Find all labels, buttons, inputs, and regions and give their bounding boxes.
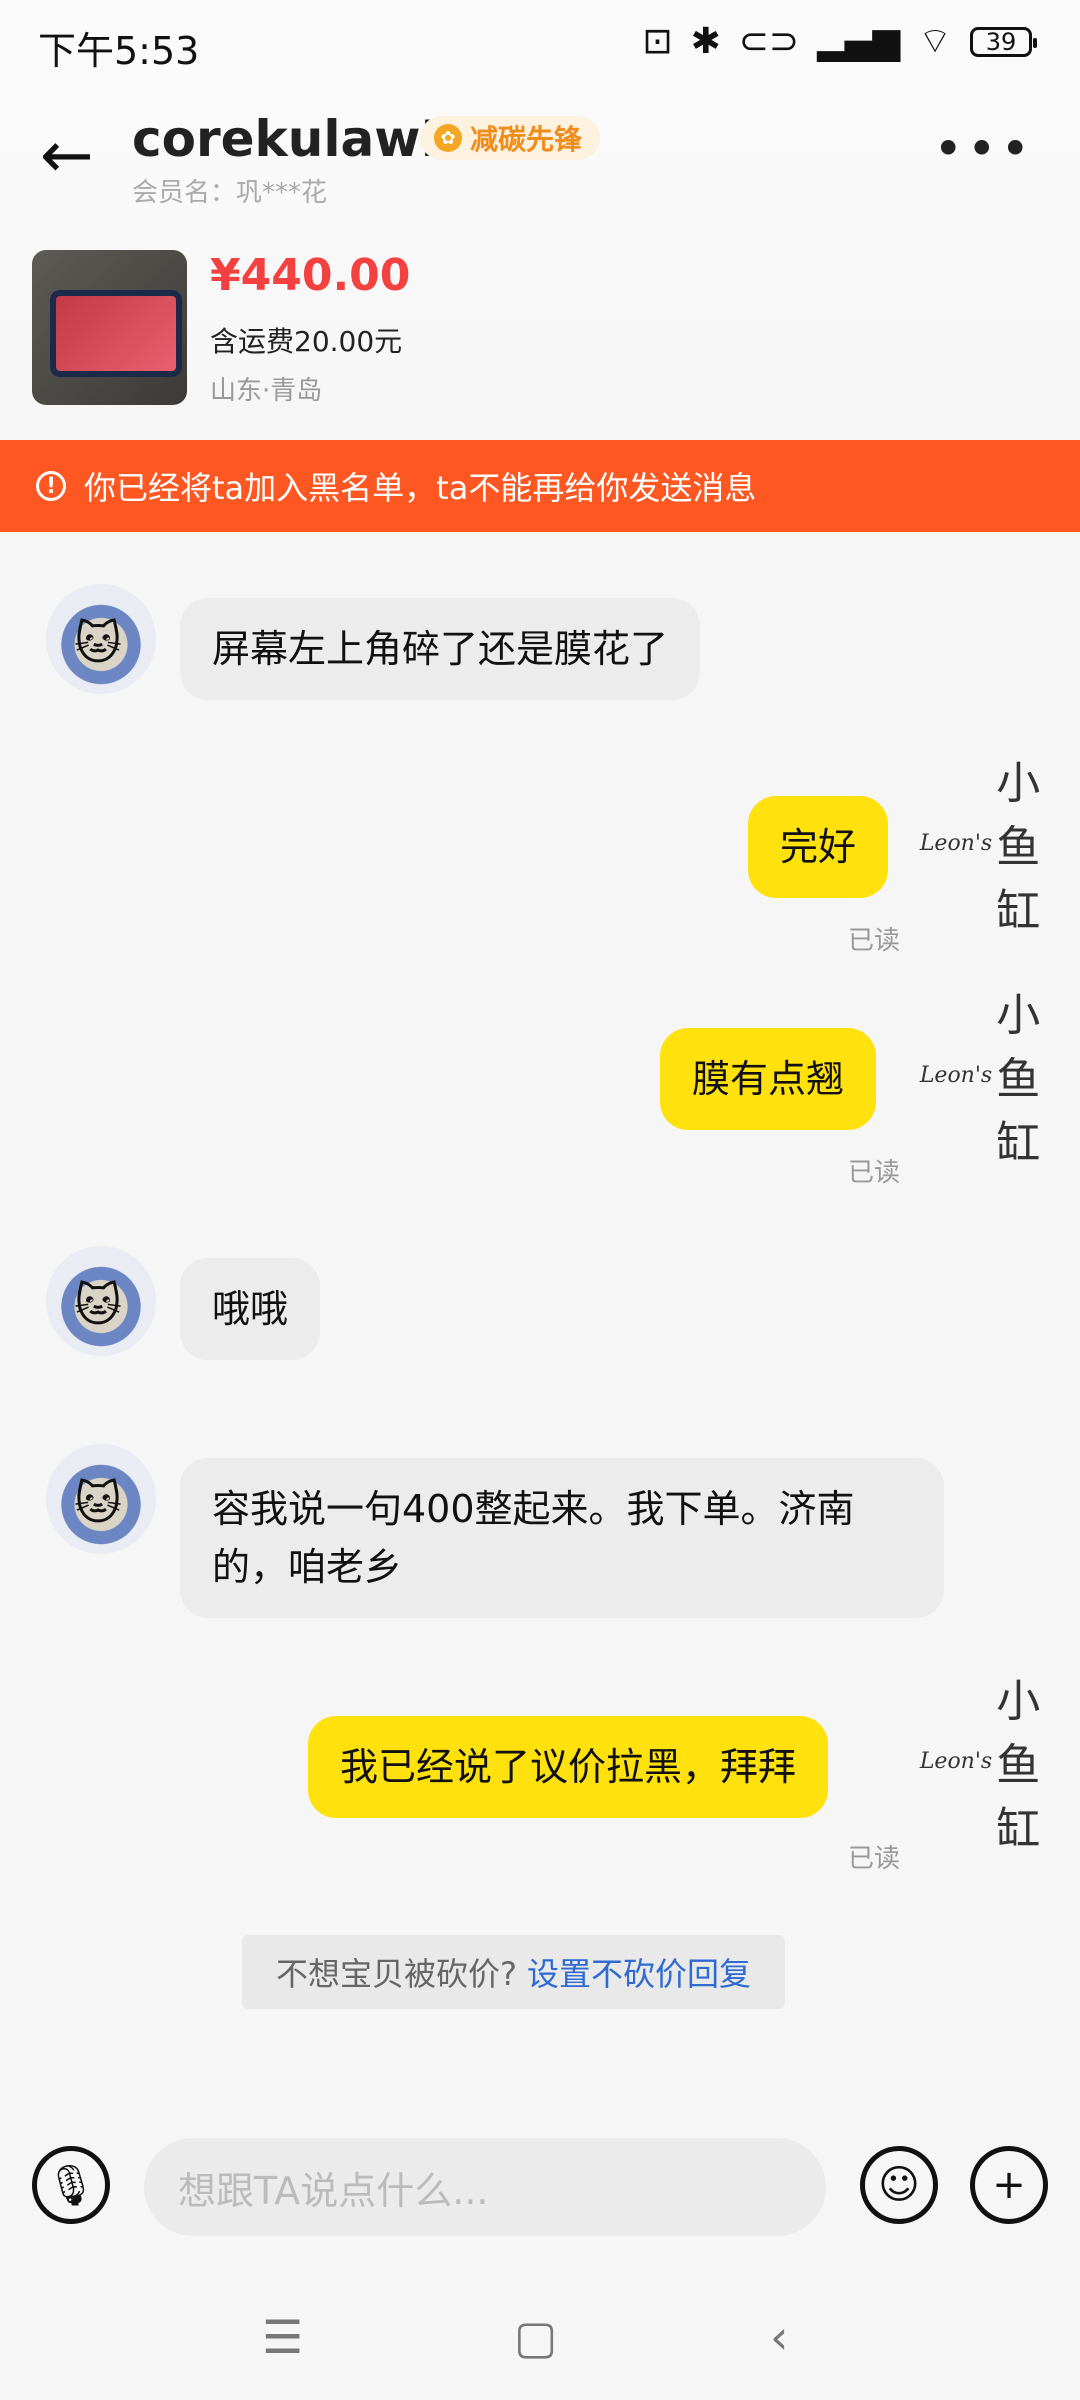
system-nav-bar: ☰ ▢ ‹ (0, 2290, 1080, 2400)
nav-back-icon[interactable]: ‹ (770, 2310, 788, 2364)
plus-icon: + (992, 2162, 1026, 2208)
cat-icon: 🐱 (74, 616, 122, 670)
status-time: 下午5:53 (38, 29, 200, 73)
product-location: 山东·青岛 (210, 376, 323, 406)
product-price: ¥440.00 (210, 250, 411, 301)
emoji-button[interactable]: ☺ (860, 2146, 938, 2224)
nfc-icon: ⊡ (642, 21, 673, 62)
avatar-chars: 小鱼缸 (996, 758, 1041, 937)
message-bubble[interactable]: 膜有点翘 (660, 1028, 877, 1130)
leaf-icon: ✿ (434, 124, 462, 152)
status-bar: 下午5:53 ⊡ ✱ ⊂⊃ ▂▄▆ ⌔ 39 (0, 0, 1080, 90)
seller-avatar[interactable]: 🐱 (46, 1246, 156, 1356)
message-bubble[interactable]: 完好 (748, 796, 889, 898)
product-image[interactable] (32, 250, 187, 405)
more-icon[interactable]: ••• (934, 120, 1034, 178)
product-screen (50, 290, 182, 377)
home-icon[interactable]: ▢ (514, 2310, 557, 2364)
my-avatar[interactable]: Leon's 小鱼缸 (919, 1676, 1040, 1855)
read-status: 已读 (848, 1158, 901, 1188)
hint-text: 不想宝贝被砍价? (276, 1955, 517, 1993)
my-avatar[interactable]: Leon's 小鱼缸 (919, 758, 1040, 937)
my-avatar[interactable]: Leon's 小鱼缸 (919, 990, 1040, 1169)
chat-header: ← corekulawN ✿ 减碳先锋 会员名：巩***花 ••• (0, 100, 1080, 220)
shipping-fee: 含运费20.00元 (210, 325, 403, 358)
avatar-chars: 小鱼缸 (996, 1676, 1041, 1855)
message-bubble[interactable]: 我已经说了议价拉黑，拜拜 (308, 1716, 829, 1818)
blacklist-banner: ! 你已经将ta加入黑名单，ta不能再给你发送消息 (0, 440, 1080, 532)
input-bar: 🎙 想跟TA说点什么... ☺ + (0, 2100, 1080, 2280)
message-bubble[interactable]: 容我说一句400整起来。我下单。济南的，咱老乡 (180, 1458, 944, 1618)
seller-avatar[interactable]: 🐱 (46, 584, 156, 694)
back-icon[interactable]: ← (40, 124, 94, 188)
add-button[interactable]: + (970, 2146, 1048, 2224)
product-card[interactable]: ¥440.00 含运费20.00元 山东·青岛 (0, 245, 1080, 415)
avatar-script: Leon's (919, 830, 993, 856)
signal-icon: ▂▄▆ (817, 21, 901, 62)
seller-avatar[interactable]: 🐱 (46, 1444, 156, 1554)
wifi-icon: ⌔ (918, 21, 952, 62)
menu-icon[interactable]: ☰ (262, 2310, 303, 2364)
avatar-script: Leon's (919, 1062, 993, 1088)
message-input[interactable]: 想跟TA说点什么... (144, 2138, 826, 2236)
carbon-badge[interactable]: ✿ 减碳先锋 (420, 116, 601, 160)
avatar-chars: 小鱼缸 (996, 990, 1041, 1169)
microphone-icon: 🎙 (45, 2162, 97, 2209)
toggle-icon: ⊂⊃ (738, 21, 800, 62)
read-status: 已读 (848, 926, 901, 956)
set-no-bargain-link[interactable]: 设置不砍价回复 (527, 1949, 751, 1995)
cat-icon: 🐱 (74, 1278, 122, 1332)
voice-button[interactable]: 🎙 (32, 2146, 110, 2224)
no-bargain-hint: 不想宝贝被砍价? 设置不砍价回复 (242, 1935, 786, 2009)
cat-icon: 🐱 (74, 1476, 122, 1530)
message-bubble[interactable]: 哦哦 (180, 1258, 321, 1360)
member-name: 会员名：巩***花 (132, 178, 328, 208)
battery-level: 39 (985, 28, 1017, 56)
bluetooth-icon: ✱ (690, 21, 721, 62)
status-icons: ⊡ ✱ ⊂⊃ ▂▄▆ ⌔ 39 (642, 21, 1037, 62)
battery-icon: 39 (970, 27, 1037, 57)
read-status: 已读 (848, 1844, 901, 1874)
avatar-script: Leon's (919, 1748, 993, 1774)
banner-text: 你已经将ta加入黑名单，ta不能再给你发送消息 (84, 469, 757, 507)
warning-icon: ! (36, 471, 66, 501)
smiley-icon: ☺ (878, 2162, 920, 2208)
message-bubble[interactable]: 屏幕左上角碎了还是膜花了 (180, 598, 701, 700)
seller-nickname[interactable]: corekulawN (132, 110, 462, 168)
badge-label: 减碳先锋 (470, 123, 583, 156)
